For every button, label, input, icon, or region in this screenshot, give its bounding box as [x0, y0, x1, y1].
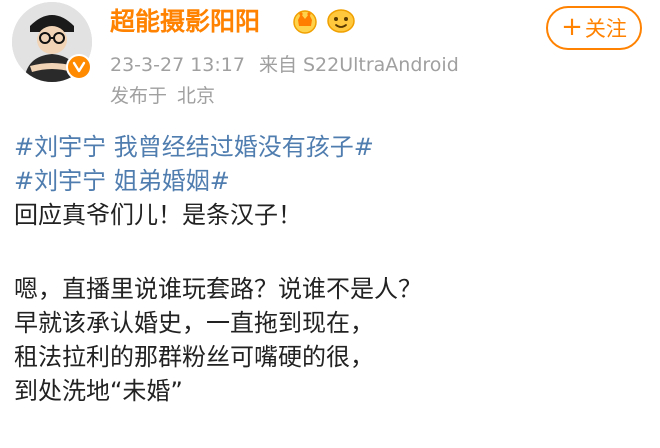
post-meta: 23-3-27 13:17 来自 S22UltraAndroid [110, 50, 473, 80]
plus-icon: + [561, 12, 583, 42]
crown-level-icon[interactable] [290, 6, 320, 38]
post-location: 发布于 北京 [110, 82, 215, 110]
post-text-line: 早就该承认婚史，一直拖到现在， [14, 309, 374, 337]
post-text-line: 到处洗地“未婚” [14, 377, 183, 405]
post-text-line: 租法拉利的那群粉丝可嘴硬的很， [14, 343, 374, 371]
post-source: S22UltraAndroid [302, 54, 459, 76]
follow-label: 关注 [584, 17, 627, 41]
post-timestamp: 23-3-27 13:17 [110, 54, 245, 76]
user-level-icons [290, 6, 356, 38]
post-content: #刘宇宁 我曾经结过婚没有孩子# #刘宇宁 姐弟婚姻# 回应真爷们儿！是条汉子！… [14, 130, 654, 408]
verified-badge-icon [66, 54, 92, 80]
location-name: 北京 [177, 85, 216, 107]
username[interactable]: 超能摄影阳阳 [110, 2, 260, 42]
weibo-post: 超能摄影阳阳 23-3-27 13:17 来自 S22UltraAndroid 发布… [0, 0, 660, 448]
hashtag-link[interactable]: #刘宇宁 我曾经结过婚没有孩子# [14, 130, 654, 164]
post-text-line: 回应真爷们儿！是条汉子！ [14, 201, 302, 229]
follow-button[interactable]: + 关注 [546, 6, 642, 50]
post-text-line: 嗯，直播里说谁玩套路？说谁不是人？ [14, 275, 422, 303]
posted-prefix: 发布于 [110, 85, 168, 107]
hashtag-link[interactable]: #刘宇宁 姐弟婚姻# [14, 164, 654, 198]
fan-face-icon[interactable] [326, 6, 356, 38]
source-prefix: 来自 [258, 54, 297, 76]
